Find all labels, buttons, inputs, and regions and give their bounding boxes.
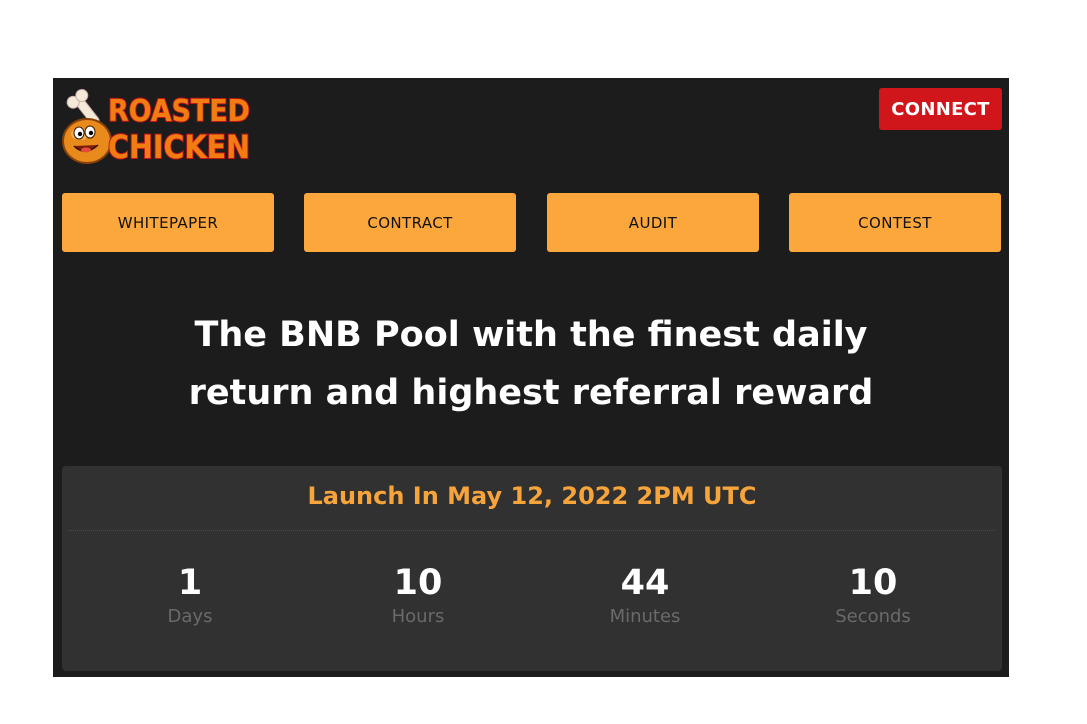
countdown-seconds-value: 10 — [848, 563, 898, 603]
countdown-minutes-value: 44 — [620, 563, 670, 603]
countdown-hours: 10 Hours — [338, 562, 498, 632]
connect-wallet-button[interactable]: CONNECT — [879, 88, 1002, 130]
countdown-seconds-label: Seconds — [835, 606, 911, 627]
hero-line-2: return and highest referral reward — [188, 373, 874, 413]
nav-bar: WHITEPAPER CONTRACT AUDIT CONTEST — [62, 193, 1002, 252]
countdown-hours-value: 10 — [393, 563, 443, 603]
brand-logo[interactable]: ROASTED CHICKEN — [60, 86, 255, 168]
logo-wordmark: ROASTED CHICKEN — [107, 93, 251, 167]
countdown-minutes: 44 Minutes — [565, 562, 725, 632]
countdown-hours-label: Hours — [391, 606, 445, 627]
divider — [68, 530, 996, 531]
nav-contest-button[interactable]: CONTEST — [789, 193, 1001, 252]
nav-audit-button[interactable]: AUDIT — [547, 193, 759, 252]
hero-headline: The BNB Pool with the finest daily retur… — [53, 306, 1009, 422]
nav-whitepaper-button[interactable]: WHITEPAPER — [62, 193, 274, 252]
countdown-minutes-label: Minutes — [609, 606, 681, 627]
countdown-days-label: Days — [167, 606, 213, 627]
countdown-panel: Launch In May 12, 2022 2PM UTC 1 Days 10… — [62, 466, 1002, 671]
countdown-days: 1 Days — [110, 562, 270, 632]
hero-line-1: The BNB Pool with the finest daily — [194, 315, 868, 355]
logo-line-1: ROASTED — [108, 94, 250, 129]
countdown-days-value: 1 — [177, 563, 203, 603]
logo-line-2: CHICKEN — [108, 128, 250, 166]
launch-date-text: Launch In May 12, 2022 2PM UTC — [307, 482, 757, 510]
app-root: ROASTED CHICKEN CONNECT WHITEPAPER CONTR… — [53, 78, 1009, 677]
nav-contract-button[interactable]: CONTRACT — [304, 193, 516, 252]
countdown-seconds: 10 Seconds — [793, 562, 953, 632]
